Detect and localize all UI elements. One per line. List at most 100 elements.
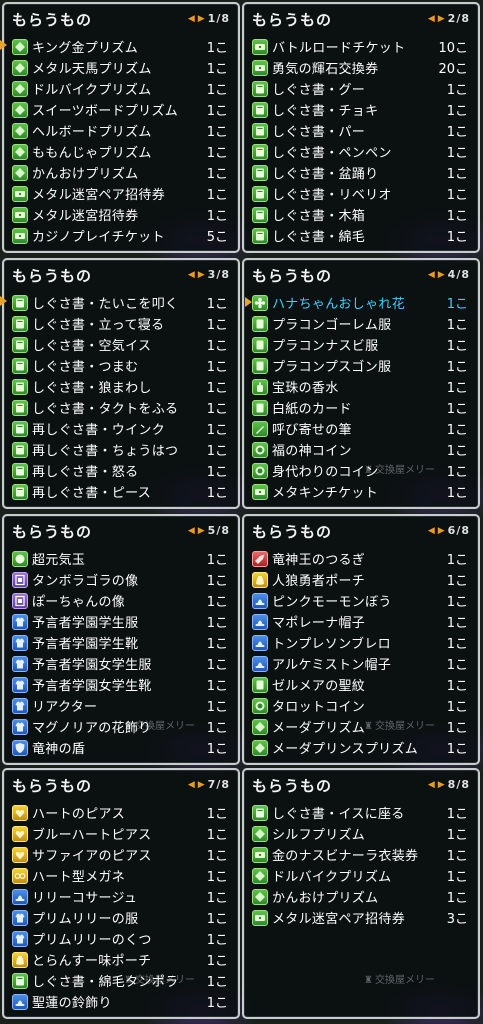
reward-item-row[interactable]: ハナちゃんおしゃれ花 1こ xyxy=(245,292,468,313)
next-page-arrow-icon[interactable]: ▶ xyxy=(438,526,445,536)
reward-item-row[interactable]: ぽーちゃんの像 1こ xyxy=(12,590,228,611)
prev-page-arrow-icon[interactable]: ◀ xyxy=(188,526,195,536)
reward-item-row[interactable]: メタル迷宮ペア招待券 3こ xyxy=(252,907,468,928)
reward-item-row[interactable]: 人狼勇者ポーチ 1こ xyxy=(252,569,468,590)
prev-page-arrow-icon[interactable]: ◀ xyxy=(428,270,435,280)
reward-item-row[interactable]: スイーツボードプリズム 1こ xyxy=(12,99,228,120)
reward-item-row[interactable]: ピンクモーモンぼう 1こ xyxy=(252,590,468,611)
reward-item-row[interactable]: 予言者学園学生服 1こ xyxy=(12,611,228,632)
reward-item-row[interactable]: しぐさ書・パー 1こ xyxy=(252,120,468,141)
next-page-arrow-icon[interactable]: ▶ xyxy=(198,14,205,24)
reward-item-row[interactable]: しぐさ書・綿毛 1こ xyxy=(252,225,468,246)
reward-item-row[interactable]: メタル迷宮招待券 1こ xyxy=(12,204,228,225)
page-indicator[interactable]: ◀ ▶ 1/8 xyxy=(188,12,230,25)
reward-item-row[interactable]: しぐさ書・綿毛タンポラ 1こ xyxy=(12,970,228,991)
reward-item-row[interactable]: プラコンナスビ服 1こ xyxy=(252,334,468,355)
reward-item-row[interactable]: タロットコイン 1こ xyxy=(252,695,468,716)
page-indicator[interactable]: ◀ ▶ 7/8 xyxy=(188,778,230,791)
reward-item-row[interactable]: ゼルメアの聖紋 1こ xyxy=(252,674,468,695)
reward-item-row[interactable]: しぐさ書・グー 1こ xyxy=(252,78,468,99)
reward-item-row[interactable]: キング金プリズム 1こ xyxy=(12,36,228,57)
prev-page-arrow-icon[interactable]: ◀ xyxy=(428,780,435,790)
reward-item-row[interactable]: ハート型メガネ 1こ xyxy=(12,865,228,886)
reward-item-row[interactable]: 白紙のカード 1こ xyxy=(252,397,468,418)
page-indicator[interactable]: ◀ ▶ 2/8 xyxy=(428,12,470,25)
reward-item-row[interactable]: シルフプリズム 1こ xyxy=(252,823,468,844)
next-page-arrow-icon[interactable]: ▶ xyxy=(198,526,205,536)
reward-item-row[interactable]: しぐさ書・狼まわし 1こ xyxy=(12,376,228,397)
reward-item-row[interactable]: しぐさ書・チョキ 1こ xyxy=(252,99,468,120)
prev-page-arrow-icon[interactable]: ◀ xyxy=(428,526,435,536)
page-indicator[interactable]: ◀ ▶ 4/8 xyxy=(428,268,470,281)
reward-item-row[interactable]: しぐさ書・イスに座る 1こ xyxy=(252,802,468,823)
reward-item-row[interactable]: プリムリリーの服 1こ xyxy=(12,907,228,928)
reward-item-row[interactable]: かんおけプリズム 1こ xyxy=(12,162,228,183)
reward-item-row[interactable]: メーダプリンスプリズム 1こ xyxy=(252,737,468,758)
reward-item-row[interactable]: メーダプリズム 1こ xyxy=(252,716,468,737)
reward-item-row[interactable]: メタル迷宮ペア招待券 1こ xyxy=(12,183,228,204)
reward-item-row[interactable]: ドルバイクプリズム 1こ xyxy=(12,78,228,99)
reward-item-row[interactable]: タンボラゴラの像 1こ xyxy=(12,569,228,590)
reward-item-row[interactable]: 超元気玉 1こ xyxy=(12,548,228,569)
page-indicator[interactable]: ◀ ▶ 5/8 xyxy=(188,524,230,537)
reward-item-row[interactable]: しぐさ書・空気イス 1こ xyxy=(12,334,228,355)
reward-item-row[interactable]: バトルロードチケット 10こ xyxy=(252,36,468,57)
reward-item-row[interactable]: アルケミストン帽子 1こ xyxy=(252,653,468,674)
reward-item-row[interactable]: しぐさ書・つまむ 1こ xyxy=(12,355,228,376)
reward-item-row[interactable]: 予言者学園女学生靴 1こ xyxy=(12,674,228,695)
reward-item-row[interactable]: 再しぐさ書・ウインク 1こ xyxy=(12,418,228,439)
prev-page-arrow-icon[interactable]: ◀ xyxy=(188,780,195,790)
reward-item-row[interactable]: しぐさ書・タクトをふる 1こ xyxy=(12,397,228,418)
reward-item-row[interactable]: 身代わりのコイン 1こ xyxy=(252,460,468,481)
reward-item-row[interactable]: 竜神の盾 1こ xyxy=(12,737,228,758)
page-indicator[interactable]: ◀ ▶ 6/8 xyxy=(428,524,470,537)
reward-item-row[interactable]: プラコンゴーレム服 1こ xyxy=(252,313,468,334)
reward-item-row[interactable]: ももんじゃプリズム 1こ xyxy=(12,141,228,162)
reward-item-row[interactable]: しぐさ書・盆踊り 1こ xyxy=(252,162,468,183)
reward-item-row[interactable]: 聖蓮の鈴飾り 1こ xyxy=(12,991,228,1012)
page-indicator[interactable]: ◀ ▶ 8/8 xyxy=(428,778,470,791)
next-page-arrow-icon[interactable]: ▶ xyxy=(438,270,445,280)
reward-item-row[interactable]: サファイアのピアス 1こ xyxy=(12,844,228,865)
reward-item-row[interactable]: リアクター 1こ xyxy=(12,695,228,716)
prev-page-arrow-icon[interactable]: ◀ xyxy=(428,14,435,24)
reward-item-row[interactable]: ブルーハートピアス 1こ xyxy=(12,823,228,844)
reward-item-row[interactable]: しぐさ書・たいこを叩く 1こ xyxy=(12,292,228,313)
next-page-arrow-icon[interactable]: ▶ xyxy=(438,780,445,790)
reward-item-row[interactable]: トンプレソンブレロ 1こ xyxy=(252,632,468,653)
reward-item-row[interactable]: 予言者学園女学生服 1こ xyxy=(12,653,228,674)
reward-item-row[interactable]: プリムリリーのくつ 1こ xyxy=(12,928,228,949)
reward-item-row[interactable]: マポレーナ帽子 1こ xyxy=(252,611,468,632)
reward-item-row[interactable]: かんおけプリズム 1こ xyxy=(252,886,468,907)
reward-item-row[interactable]: 竜神王のつるぎ 1こ xyxy=(252,548,468,569)
reward-item-row[interactable]: 再しぐさ書・ちょうはつ 1こ xyxy=(12,439,228,460)
reward-item-row[interactable]: 再しぐさ書・怒る 1こ xyxy=(12,460,228,481)
reward-item-row[interactable]: プラコンプスゴン服 1こ xyxy=(252,355,468,376)
reward-item-row[interactable]: 宝珠の香水 1こ xyxy=(252,376,468,397)
prev-page-arrow-icon[interactable]: ◀ xyxy=(188,270,195,280)
reward-item-row[interactable]: とらんすー味ポーチ 1こ xyxy=(12,949,228,970)
reward-item-row[interactable]: ドルバイクプリズム 1こ xyxy=(252,865,468,886)
next-page-arrow-icon[interactable]: ▶ xyxy=(438,14,445,24)
reward-item-row[interactable]: 呼び寄せの筆 1こ xyxy=(252,418,468,439)
reward-item-row[interactable]: 予言者学園学生靴 1こ xyxy=(12,632,228,653)
reward-item-row[interactable]: しぐさ書・ペンペン 1こ xyxy=(252,141,468,162)
page-indicator[interactable]: ◀ ▶ 3/8 xyxy=(188,268,230,281)
reward-item-row[interactable]: しぐさ書・立って寝る 1こ xyxy=(12,313,228,334)
reward-item-row[interactable]: カジノプレイチケット 5こ xyxy=(12,225,228,246)
reward-item-row[interactable]: マグノリアの花飾り 1こ xyxy=(12,716,228,737)
prev-page-arrow-icon[interactable]: ◀ xyxy=(188,14,195,24)
reward-item-row[interactable]: しぐさ書・リベリオ 1こ xyxy=(252,183,468,204)
reward-item-row[interactable]: 福の神コイン 1こ xyxy=(252,439,468,460)
next-page-arrow-icon[interactable]: ▶ xyxy=(198,780,205,790)
reward-item-row[interactable]: 金のナスビナーラ衣装券 1こ xyxy=(252,844,468,865)
reward-item-row[interactable]: ハートのピアス 1こ xyxy=(12,802,228,823)
next-page-arrow-icon[interactable]: ▶ xyxy=(198,270,205,280)
reward-item-row[interactable]: ヘルボードプリズム 1こ xyxy=(12,120,228,141)
reward-item-row[interactable]: メタキンチケット 1こ xyxy=(252,481,468,502)
reward-item-row[interactable]: 勇気の輝石交換券 20こ xyxy=(252,57,468,78)
reward-item-row[interactable]: しぐさ書・木箱 1こ xyxy=(252,204,468,225)
reward-item-row[interactable]: 再しぐさ書・ピース 1こ xyxy=(12,481,228,502)
reward-item-row[interactable]: メタル天馬プリズム 1こ xyxy=(12,57,228,78)
reward-item-row[interactable]: リリーコサージュ 1こ xyxy=(12,886,228,907)
